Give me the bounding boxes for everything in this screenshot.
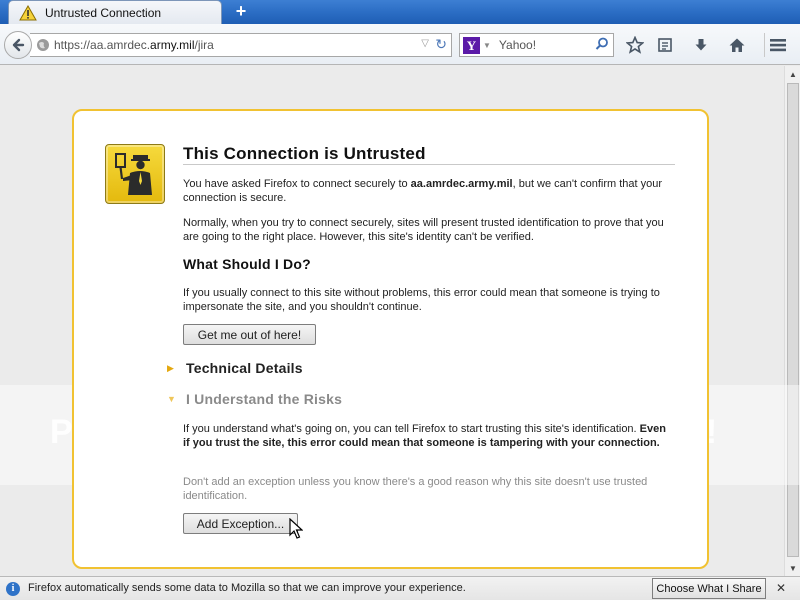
home-icon[interactable]: [726, 34, 748, 56]
warning-icon: [19, 4, 41, 21]
what-should-i-do-heading: What Should I Do?: [183, 256, 311, 272]
technical-details-expander[interactable]: ▶ Technical Details: [167, 360, 303, 376]
new-tab-button[interactable]: +: [230, 0, 252, 22]
understand-risks-expander[interactable]: ▼ I Understand the Risks: [167, 391, 342, 407]
what-should-i-do-text: If you usually connect to this site with…: [183, 287, 660, 313]
toolbar-separator: [764, 33, 765, 57]
menu-hamburger-icon[interactable]: [767, 34, 789, 56]
exception-note: Don't add an exception unless you know t…: [183, 476, 648, 502]
notification-bar: i Firefox automatically sends some data …: [0, 576, 800, 600]
history-dropdown-icon[interactable]: ▽: [421, 38, 429, 49]
tab-title: Untrusted Connection: [45, 5, 162, 20]
bookmarks-menu-icon[interactable]: [654, 34, 676, 56]
understand-risks-label: I Understand the Risks: [186, 391, 343, 407]
scroll-down-arrow-icon[interactable]: ▼: [785, 560, 800, 576]
search-input[interactable]: Yahoo!: [499, 38, 536, 52]
site-host: aa.amrdec.army.mil: [410, 178, 513, 190]
technical-details-label: Technical Details: [186, 360, 303, 376]
close-icon[interactable]: ✕: [776, 581, 786, 595]
collapse-arrow-icon: ▼: [167, 394, 176, 404]
notification-message: Firefox automatically sends some data to…: [28, 582, 466, 594]
back-arrow-icon: [12, 38, 25, 52]
error-title-row: This Connection is Untrusted: [183, 144, 675, 165]
choose-what-i-share-button[interactable]: Choose What I Share: [652, 578, 766, 599]
add-exception-button[interactable]: Add Exception...: [183, 513, 298, 534]
mouse-cursor-icon: [289, 517, 304, 543]
tab-untrusted-connection[interactable]: Untrusted Connection: [8, 0, 222, 24]
info-icon: i: [6, 582, 20, 596]
watermark-text-left: P: [50, 413, 73, 451]
reload-icon[interactable]: ↻: [435, 36, 447, 53]
risks-paragraph: If you understand what's going on, you c…: [183, 423, 666, 449]
get-me-out-button[interactable]: Get me out of here!: [183, 324, 316, 345]
intro-paragraph: You have asked Firefox to connect secure…: [183, 178, 663, 204]
security-guard-icon: [105, 144, 165, 204]
tab-strip: Untrusted Connection +: [0, 0, 800, 24]
expand-arrow-icon: ▶: [167, 362, 174, 373]
search-engine-dropdown-icon[interactable]: ▼: [483, 41, 491, 50]
back-button[interactable]: [4, 31, 32, 59]
vertical-scrollbar[interactable]: ▲ ▼: [784, 66, 800, 576]
yahoo-logo-icon[interactable]: Y: [463, 36, 480, 54]
downloads-icon[interactable]: [690, 34, 712, 56]
search-icon[interactable]: [595, 37, 609, 54]
url-bar[interactable]: https://aa.amrdec.army.mil/jira ▽ ↻: [30, 33, 452, 57]
globe-icon: [36, 38, 50, 52]
bookmark-star-icon[interactable]: [624, 34, 646, 56]
search-bar[interactable]: Y ▼ Yahoo!: [459, 33, 614, 57]
url-text: https://aa.amrdec.army.mil/jira: [54, 38, 214, 52]
normally-paragraph: Normally, when you try to connect secure…: [183, 217, 664, 243]
scroll-up-arrow-icon[interactable]: ▲: [785, 66, 800, 82]
page-title: This Connection is Untrusted: [183, 144, 426, 163]
navigation-toolbar: https://aa.amrdec.army.mil/jira ▽ ↻ Y ▼ …: [0, 24, 800, 65]
scroll-thumb[interactable]: [787, 83, 799, 557]
